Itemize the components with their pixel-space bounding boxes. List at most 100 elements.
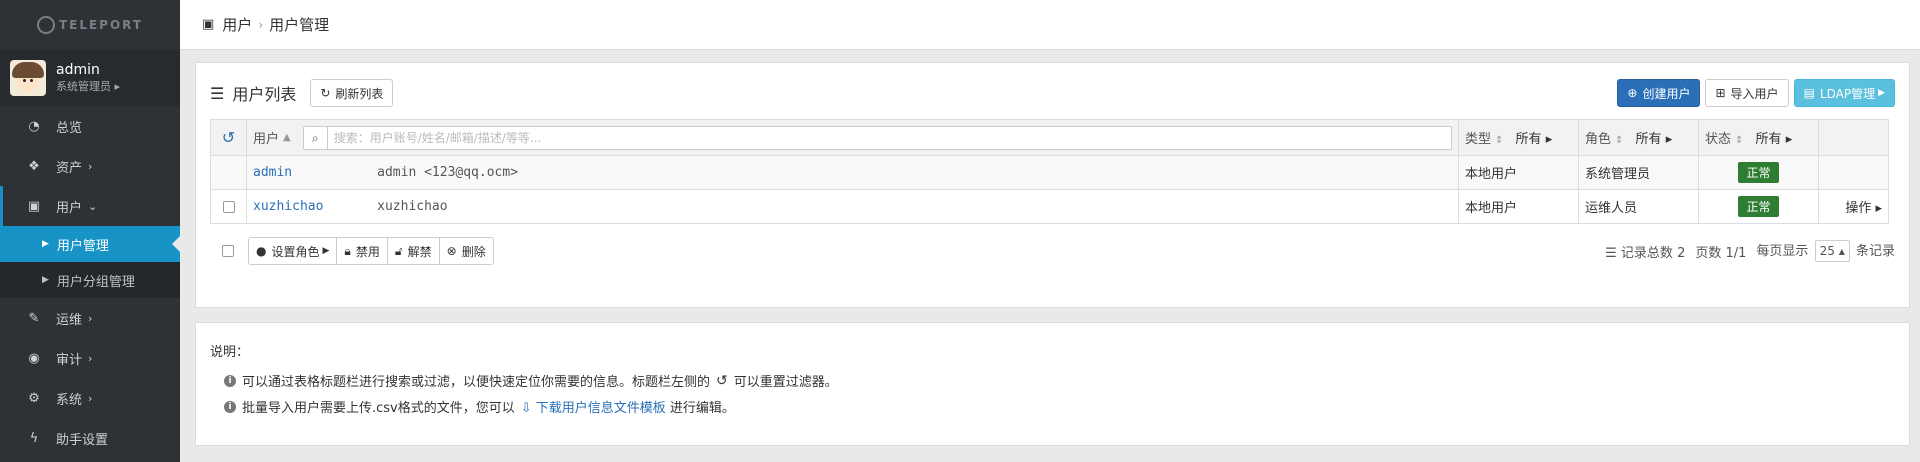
pagination: ☰ 记录总数 2 页数 1/1 每页显示 25 ▲ 条记录	[1605, 240, 1895, 262]
chevron-down-icon: ⌄	[88, 199, 98, 213]
user-table: ↺ 用户 ▲ ⌕ 类型⇕ 所有 ▸	[210, 119, 1889, 224]
sort-asc-icon[interactable]: ▲	[283, 132, 291, 143]
list-icon: ☰	[1605, 245, 1617, 261]
type-column-header: 类型 ⇕ 所有 ▸	[1458, 119, 1579, 156]
reset-filter-icon: ↺	[716, 372, 728, 389]
user-sort-header[interactable]: 用户	[253, 128, 279, 147]
wrench-icon: ✎	[28, 310, 40, 326]
role-cell: 系统管理员	[1578, 155, 1699, 190]
status-filter[interactable]: 所有 ▸	[1756, 132, 1793, 147]
row-checkbox-cell	[210, 189, 247, 224]
set-role-button[interactable]: ● 设置角色 ▶	[248, 237, 338, 265]
note-filter: i 可以通过表格标题栏进行搜索或过滤，以便快速定位你需要的信息。标题栏左侧的 ↺…	[224, 371, 838, 390]
user-cell: admin admin <123@qq.ocm>	[246, 155, 1459, 190]
status-badge: 正常	[1738, 162, 1779, 183]
lock-icon: 🔒︎	[344, 243, 351, 258]
sidebar-subitem-user-management[interactable]: ▶ 用户管理	[0, 226, 180, 262]
sidebar-subitem-user-groups[interactable]: ▶ 用户分组管理	[0, 262, 180, 298]
sidebar-item-audit[interactable]: ◉ 审计 ›	[0, 338, 180, 378]
chevron-right-icon: ›	[88, 159, 93, 173]
page-size-control: 每页显示 25 ▲ 条记录	[1756, 240, 1895, 262]
table-row: admin admin <123@qq.ocm> 本地用户 系统管理员 正常	[210, 155, 1889, 190]
chevron-right-icon: ›	[88, 391, 93, 405]
sidebar-item-overview[interactable]: ◔ 总览	[0, 106, 180, 146]
unlock-button[interactable]: 🔓︎ 解禁	[386, 237, 440, 265]
sort-icon[interactable]: ⇕	[1735, 135, 1743, 146]
page-info: 页数 1/1	[1695, 245, 1747, 261]
breadcrumb-separator-icon: ›	[258, 17, 264, 32]
page-size-select[interactable]: 25 ▲	[1814, 240, 1850, 262]
note-import: i 批量导入用户需要上传.csv格式的文件，您可以 ⇩ 下载用户信息文件模板 进…	[224, 397, 735, 416]
user-column-header: 用户 ▲ ⌕	[246, 119, 1459, 156]
info-icon: i	[224, 374, 236, 387]
list-footer: ● 设置角色 ▶ 🔒︎ 禁用 🔓︎ 解禁 ⊗ 删除 ☰ 记录总数 2 页数 1/…	[210, 237, 1895, 265]
notes-title: 说明：	[210, 345, 250, 360]
profile-role[interactable]: 系统管理员 ▸	[56, 79, 120, 95]
notes-panel: 说明： i 可以通过表格标题栏进行搜索或过滤，以便快速定位你需要的信息。标题栏左…	[195, 322, 1910, 446]
role-filter[interactable]: 所有 ▸	[1636, 132, 1673, 147]
sidebar-item-ops[interactable]: ✎ 运维 ›	[0, 298, 180, 338]
role-column-header: 角色 ⇕ 所有 ▸	[1578, 119, 1699, 156]
caret-right-icon: ▶	[322, 246, 330, 256]
type-cell: 本地用户	[1458, 155, 1579, 190]
plus-square-icon: ⊞	[1715, 86, 1726, 100]
logo: TELEPORT	[0, 0, 180, 50]
breadcrumb: ▣ 用户 › 用户管理	[180, 0, 1920, 50]
sidebar: TELEPORT admin 系统管理员 ▸ ◔ 总览 ❖ 资产 › ▣ 用户 …	[0, 0, 180, 462]
sidebar-item-users[interactable]: ▣ 用户 ⌄	[0, 186, 180, 226]
user-display: admin <123@qq.ocm>	[377, 165, 519, 180]
download-icon: ⇩	[520, 401, 532, 416]
download-template-link[interactable]: ⇩ 下载用户信息文件模板	[521, 397, 666, 416]
list-icon: ☰	[210, 83, 225, 103]
bolt-icon: ϟ	[29, 430, 39, 446]
refresh-icon: ↻	[320, 86, 331, 100]
info-icon: i	[224, 400, 236, 413]
ldap-manage-button[interactable]: ▤ LDAP管理 ▶	[1793, 79, 1895, 107]
user-card-icon: ▣	[27, 198, 41, 214]
user-icon: ●	[256, 244, 267, 258]
caret-right-icon: ▶	[42, 275, 49, 285]
import-user-button[interactable]: ⊞ 导入用户	[1705, 79, 1789, 107]
refresh-list-button[interactable]: ↻ 刷新列表	[310, 79, 394, 107]
create-user-button[interactable]: ⊕ 创建用户	[1617, 79, 1701, 107]
user-card-icon: ▣	[202, 17, 215, 32]
profile-name: admin	[56, 62, 100, 78]
sidebar-item-assistant[interactable]: ϟ 助手设置	[0, 418, 180, 458]
logo-text: TELEPORT	[58, 18, 144, 32]
sort-icon[interactable]: ⇕	[1615, 135, 1623, 146]
sort-icon[interactable]: ⇕	[1495, 135, 1503, 146]
breadcrumb-root[interactable]: 用户	[222, 14, 252, 35]
role-cell: 运维人员	[1578, 189, 1699, 224]
teleport-logo-icon	[36, 16, 55, 34]
unlock-icon: 🔓︎	[394, 243, 403, 258]
reset-filter-icon[interactable]: ↺	[222, 128, 235, 147]
status-badge: 正常	[1738, 196, 1779, 217]
search-input[interactable]	[327, 126, 1451, 149]
action-cell	[1818, 155, 1889, 190]
search-icon: ⌕	[304, 126, 328, 149]
batch-actions: ● 设置角色 ▶ 🔒︎ 禁用 🔓︎ 解禁 ⊗ 删除	[248, 237, 494, 265]
times-circle-icon: ⊗	[446, 244, 457, 258]
status-column-header: 状态 ⇕ 所有 ▸	[1698, 119, 1819, 156]
user-profile[interactable]: admin 系统管理员 ▸	[0, 50, 180, 106]
user-account-link[interactable]: xuzhichao	[253, 199, 373, 214]
type-filter[interactable]: 所有 ▸	[1516, 132, 1553, 147]
delete-button[interactable]: ⊗ 删除	[438, 237, 494, 265]
user-list-panel: ☰ 用户列表 ↻ 刷新列表 ⊕ 创建用户 ⊞ 导入用户 ▤ LDAP管理 ▶ ↺…	[195, 62, 1910, 308]
caret-right-icon: ▶	[42, 239, 49, 249]
caret-right-icon: ▶	[1878, 88, 1885, 98]
disable-button[interactable]: 🔒︎ 禁用	[336, 237, 388, 265]
row-action-menu[interactable]: 操作 ▸	[1845, 201, 1882, 216]
sidebar-item-assets[interactable]: ❖ 资产 ›	[0, 146, 180, 186]
type-cell: 本地用户	[1458, 189, 1579, 224]
user-cell: xuzhichao xuzhichao	[246, 189, 1459, 224]
row-checkbox[interactable]	[222, 200, 235, 213]
sidebar-item-system[interactable]: ⚙ 系统 ›	[0, 378, 180, 418]
user-account-link[interactable]: admin	[253, 165, 373, 180]
status-cell: 正常	[1698, 155, 1819, 190]
chevron-right-icon: ›	[88, 311, 93, 325]
gear-icon: ⚙	[28, 390, 40, 406]
record-count: ☰ 记录总数 2	[1605, 245, 1686, 261]
status-cell: 正常	[1698, 189, 1819, 224]
select-all-checkbox[interactable]	[222, 245, 234, 257]
